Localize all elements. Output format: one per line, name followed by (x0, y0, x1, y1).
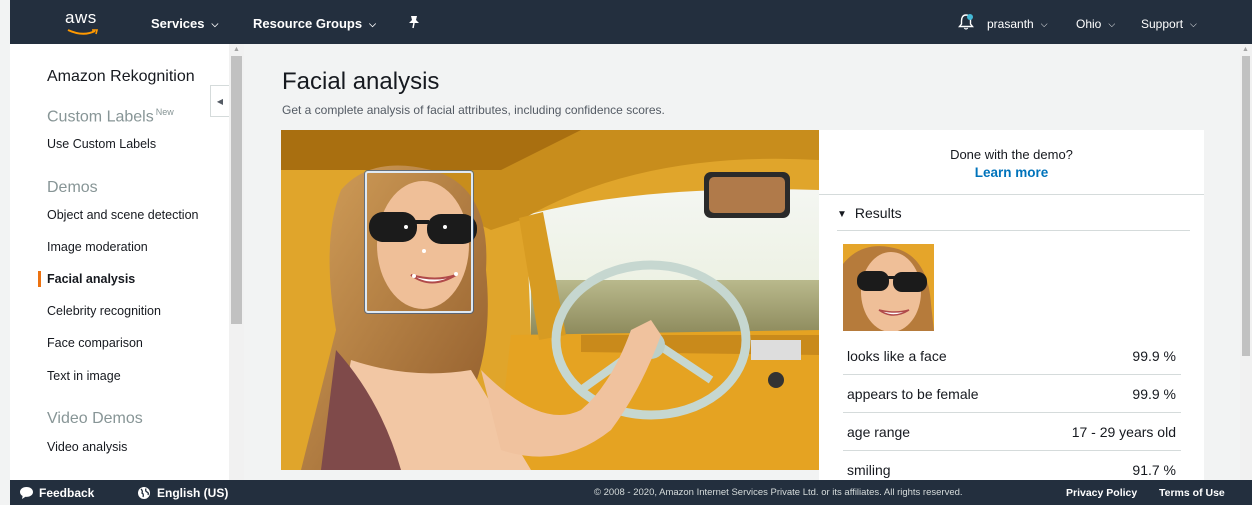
language-label: English (US) (157, 486, 229, 500)
learn-more-link[interactable]: Learn more (819, 165, 1204, 180)
footer-left-edge (0, 480, 10, 505)
sidebar-scrollbar[interactable]: ▲ (229, 44, 244, 480)
attribute-row: smiling 91.7 % (843, 451, 1181, 480)
chevron-down-icon: ⌵ (1190, 19, 1197, 29)
copyright-text: © 2008 - 2020, Amazon Internet Services … (594, 487, 963, 498)
attribute-row: appears to be female 99.9 % (843, 375, 1181, 413)
analyzed-photo (281, 130, 819, 470)
sidebar-item-use-custom-labels[interactable]: Use Custom Labels (47, 137, 156, 151)
attribute-label: age range (847, 424, 911, 440)
services-menu[interactable]: Services ⌵ (151, 0, 218, 44)
landmark-mouth-right (454, 272, 458, 276)
sidebar-item-text-in-image[interactable]: Text in image (47, 369, 121, 383)
face-bounding-box[interactable] (365, 171, 473, 313)
attribute-label: smiling (847, 462, 891, 478)
demos-heading: Demos (47, 179, 98, 196)
sidebar-item-video-analysis[interactable]: Video analysis (47, 440, 127, 454)
attribute-value: 99.9 % (1132, 348, 1176, 364)
custom-labels-heading: Custom Labels New (47, 107, 174, 126)
collapse-sidebar-button[interactable]: ◀ (210, 85, 229, 117)
footer-bar: Feedback English (US) © 2008 - 2020, Ama… (0, 480, 1252, 505)
video-demos-heading: Video Demos (47, 410, 143, 427)
results-panel: Done with the demo? Learn more ▼ Results … (819, 130, 1204, 480)
divider (819, 194, 1204, 195)
globe-icon (138, 487, 150, 499)
landmark-right-eye (443, 225, 447, 229)
user-label: prasanth (987, 17, 1034, 31)
landmark-left-eye (404, 225, 408, 229)
privacy-policy-link[interactable]: Privacy Policy (1066, 480, 1137, 505)
done-with-demo-text: Done with the demo? (950, 147, 1073, 162)
services-label: Services (151, 16, 205, 31)
region-menu[interactable]: Ohio ⌵ (1076, 0, 1115, 44)
user-menu[interactable]: prasanth ⌵ (987, 0, 1048, 44)
sidebar-item-image-moderation[interactable]: Image moderation (47, 240, 148, 254)
page-subtitle: Get a complete analysis of facial attrib… (282, 103, 665, 117)
scroll-up-arrow-icon[interactable]: ▲ (233, 46, 240, 53)
main-scrollbar-thumb[interactable] (1242, 56, 1250, 356)
left-sidebar: Amazon Rekognition Custom Labels New Use … (10, 44, 229, 480)
scroll-up-arrow-icon[interactable]: ▲ (1242, 46, 1249, 53)
feedback-button[interactable]: Feedback (19, 480, 94, 505)
chevron-down-icon: ⌵ (1040, 19, 1048, 29)
sidebar-item-face-comparison[interactable]: Face comparison (47, 336, 143, 350)
page-title: Facial analysis (282, 68, 440, 95)
sidebar-item-object-scene-detection[interactable]: Object and scene detection (47, 208, 199, 222)
chevron-down-icon: ⌵ (211, 19, 219, 29)
region-label: Ohio (1076, 17, 1102, 31)
aws-logo-text: aws (65, 8, 97, 27)
attribute-row: looks like a face 99.9 % (843, 337, 1181, 375)
results-toggle[interactable]: ▼ Results (837, 205, 902, 221)
service-title[interactable]: Amazon Rekognition (47, 68, 195, 86)
aws-logo[interactable]: aws (63, 8, 107, 36)
landmark-mouth-left (412, 274, 416, 278)
main-scrollbar[interactable]: ▲ (1240, 44, 1252, 480)
caret-down-icon: ▼ (837, 209, 847, 220)
active-indicator (38, 271, 41, 287)
feedback-label: Feedback (39, 486, 95, 500)
results-label: Results (854, 205, 902, 221)
sidebar-item-facial-analysis[interactable]: Facial analysis (47, 272, 135, 286)
face-thumbnail (843, 244, 934, 331)
attribute-value: 91.7 % (1132, 462, 1176, 478)
nav-left-edge (0, 0, 10, 44)
divider (837, 230, 1190, 231)
notification-dot (967, 14, 973, 20)
top-navigation-bar: aws Services ⌵ Resource Groups ⌵ prasanth ⌵… (0, 0, 1252, 44)
chevron-left-icon: ◀ (216, 96, 224, 106)
resource-groups-label: Resource Groups (253, 16, 363, 31)
face-thumbnail-image (843, 244, 934, 331)
resource-groups-menu[interactable]: Resource Groups ⌵ (253, 0, 376, 44)
new-badge: New (155, 107, 174, 117)
photo-illustration (281, 130, 819, 470)
landmark-nose (422, 249, 426, 253)
custom-labels-heading-text: Custom Labels (47, 108, 154, 126)
aws-smile-icon (67, 29, 99, 35)
attribute-label: looks like a face (847, 348, 947, 364)
speech-bubble-icon (20, 487, 33, 499)
pin-icon[interactable] (407, 15, 421, 29)
sidebar-item-celebrity-recognition[interactable]: Celebrity recognition (47, 304, 161, 318)
support-menu[interactable]: Support ⌵ (1141, 0, 1197, 44)
attribute-value: 17 - 29 years old (1071, 424, 1176, 440)
attribute-value: 99.9 % (1132, 386, 1176, 402)
language-selector[interactable]: English (US) (137, 480, 228, 505)
terms-of-use-link[interactable]: Terms of Use (1159, 480, 1225, 505)
chevron-down-icon: ⌵ (369, 19, 376, 29)
sidebar-scrollbar-thumb[interactable] (231, 56, 242, 324)
attribute-row: age range 17 - 29 years old (843, 413, 1181, 451)
support-label: Support (1141, 17, 1184, 31)
attribute-label: appears to be female (847, 386, 979, 402)
chevron-down-icon: ⌵ (1108, 19, 1116, 29)
